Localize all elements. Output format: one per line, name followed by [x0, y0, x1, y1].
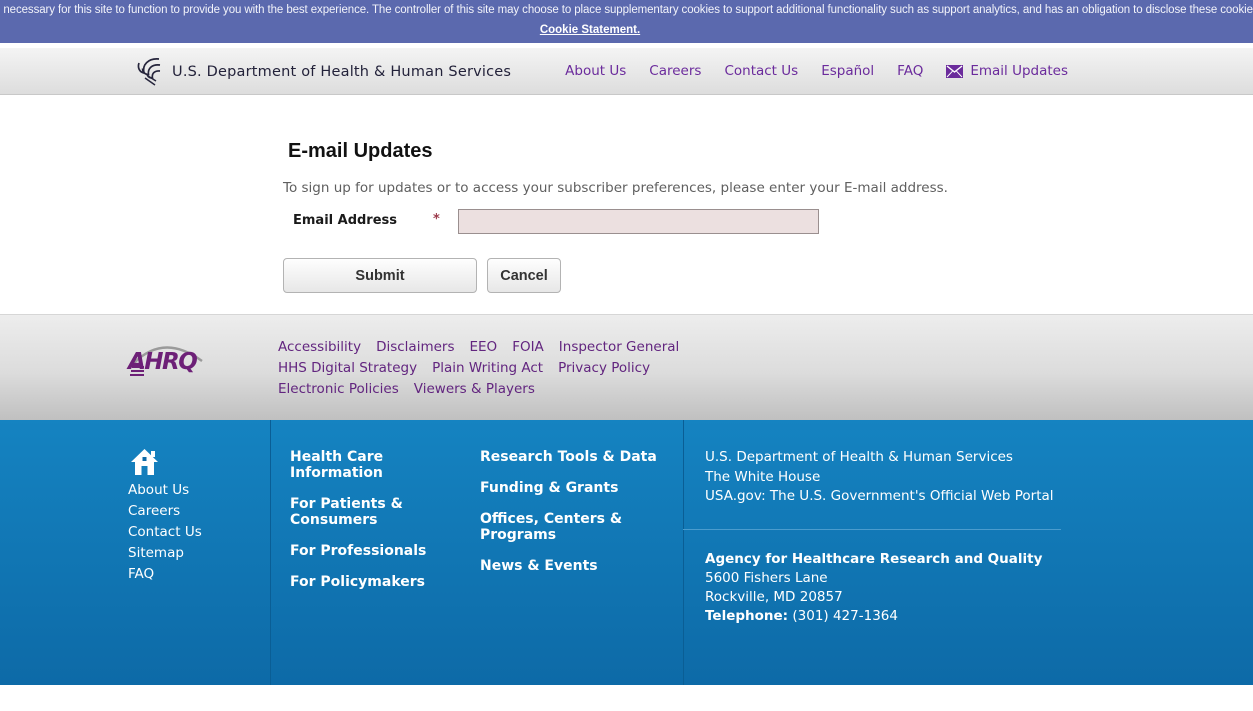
ahrq-logo[interactable]: AHRQ: [128, 337, 208, 379]
footer-divider-vertical-2: [683, 420, 684, 685]
footer-site-links: About Us Careers Contact Us Sitemap FAQ: [128, 480, 202, 585]
link-hhs-digital-strategy[interactable]: HHS Digital Strategy: [278, 360, 417, 376]
footer-divider-horizontal: [683, 529, 1061, 530]
footer-link-white-house[interactable]: The White House: [705, 468, 1125, 488]
phone-label: Telephone:: [705, 608, 789, 624]
ahrq-logo-text: AHRQ: [128, 349, 198, 375]
footer-link-offices-centers-programs[interactable]: Offices, Centers & Programs: [480, 511, 680, 543]
email-address-label: Email Address: [293, 213, 398, 228]
nav-email-updates[interactable]: Email Updates: [946, 63, 1068, 79]
footer-link-sitemap[interactable]: Sitemap: [128, 543, 202, 564]
footer-link-research-tools-data[interactable]: Research Tools & Data: [480, 449, 680, 465]
policy-links: Accessibility Disclaimers EEO FOIA Inspe…: [278, 336, 838, 399]
header-agency-name: U.S. Department of Health & Human Servic…: [172, 64, 512, 80]
link-electronic-policies[interactable]: Electronic Policies: [278, 381, 399, 397]
agency-address-line1: 5600 Fishers Lane: [705, 570, 828, 586]
footer-link-about-us[interactable]: About Us: [128, 480, 202, 501]
nav-about-us[interactable]: About Us: [565, 63, 626, 79]
footer-link-for-professionals[interactable]: For Professionals: [290, 543, 468, 559]
footer-link-contact-us[interactable]: Contact Us: [128, 522, 202, 543]
required-asterisk: *: [433, 212, 440, 227]
footer-link-funding-grants[interactable]: Funding & Grants: [480, 480, 680, 496]
cookie-banner: e necessary for this site to function to…: [0, 0, 1253, 43]
link-inspector-general[interactable]: Inspector General: [559, 339, 679, 355]
footer-topics-column-1: Health Care Information For Patients & C…: [290, 449, 468, 605]
footer-link-hhs[interactable]: U.S. Department of Health & Human Servic…: [705, 448, 1125, 468]
agency-phone: Telephone: (301) 427-1364: [705, 607, 1042, 626]
footer-topics-column-2: Research Tools & Data Funding & Grants O…: [480, 449, 680, 589]
footer-divider-vertical-1: [270, 420, 271, 685]
footer-link-health-care-information[interactable]: Health Care Information: [290, 449, 468, 481]
link-viewers-players[interactable]: Viewers & Players: [414, 381, 535, 397]
footer-link-for-patients-consumers[interactable]: For Patients & Consumers: [290, 496, 468, 528]
nav-faq[interactable]: FAQ: [897, 63, 923, 79]
agency-contact-block: Agency for Healthcare Research and Quali…: [705, 550, 1042, 626]
link-disclaimers[interactable]: Disclaimers: [376, 339, 454, 355]
hhs-brand[interactable]: U.S. Department of Health & Human Servic…: [135, 56, 511, 88]
submit-button[interactable]: Submit: [283, 258, 477, 293]
link-foia[interactable]: FOIA: [512, 339, 544, 355]
link-plain-writing-act[interactable]: Plain Writing Act: [432, 360, 543, 376]
phone-number: (301) 427-1364: [788, 608, 898, 624]
signup-instructions: To sign up for updates or to access your…: [283, 180, 948, 196]
email-input[interactable]: [458, 209, 819, 234]
agency-name: Agency for Healthcare Research and Quali…: [705, 551, 1043, 567]
header-nav: About Us Careers Contact Us Español FAQ …: [565, 63, 1068, 79]
home-icon[interactable]: [130, 448, 159, 476]
policy-footer: AHRQ Accessibility Disclaimers EEO FOIA …: [0, 314, 1253, 420]
footer-gov-links: U.S. Department of Health & Human Servic…: [705, 448, 1125, 507]
cancel-button[interactable]: Cancel: [487, 258, 561, 293]
nav-espanol[interactable]: Español: [821, 63, 874, 79]
nav-careers[interactable]: Careers: [649, 63, 701, 79]
cookie-statement-link[interactable]: Cookie Statement.: [540, 24, 640, 36]
envelope-icon: [946, 64, 964, 78]
footer-link-usa-gov[interactable]: USA.gov: The U.S. Government's Official …: [705, 487, 1125, 507]
page-title: E-mail Updates: [288, 140, 433, 162]
link-eeo[interactable]: EEO: [470, 339, 498, 355]
footer-link-for-policymakers[interactable]: For Policymakers: [290, 574, 468, 590]
footer-link-news-events[interactable]: News & Events: [480, 558, 680, 574]
agency-address-line2: Rockville, MD 20857: [705, 589, 843, 605]
hhs-eagle-icon: [137, 58, 161, 86]
page: e necessary for this site to function to…: [0, 0, 1253, 711]
nav-contact-us[interactable]: Contact Us: [724, 63, 798, 79]
link-privacy-policy[interactable]: Privacy Policy: [558, 360, 650, 376]
site-footer: About Us Careers Contact Us Sitemap FAQ …: [0, 420, 1253, 685]
link-accessibility[interactable]: Accessibility: [278, 339, 361, 355]
site-header: U.S. Department of Health & Human Servic…: [0, 48, 1253, 95]
footer-link-faq[interactable]: FAQ: [128, 564, 202, 585]
footer-link-careers[interactable]: Careers: [128, 501, 202, 522]
cookie-message: e necessary for this site to function to…: [0, 4, 1253, 16]
